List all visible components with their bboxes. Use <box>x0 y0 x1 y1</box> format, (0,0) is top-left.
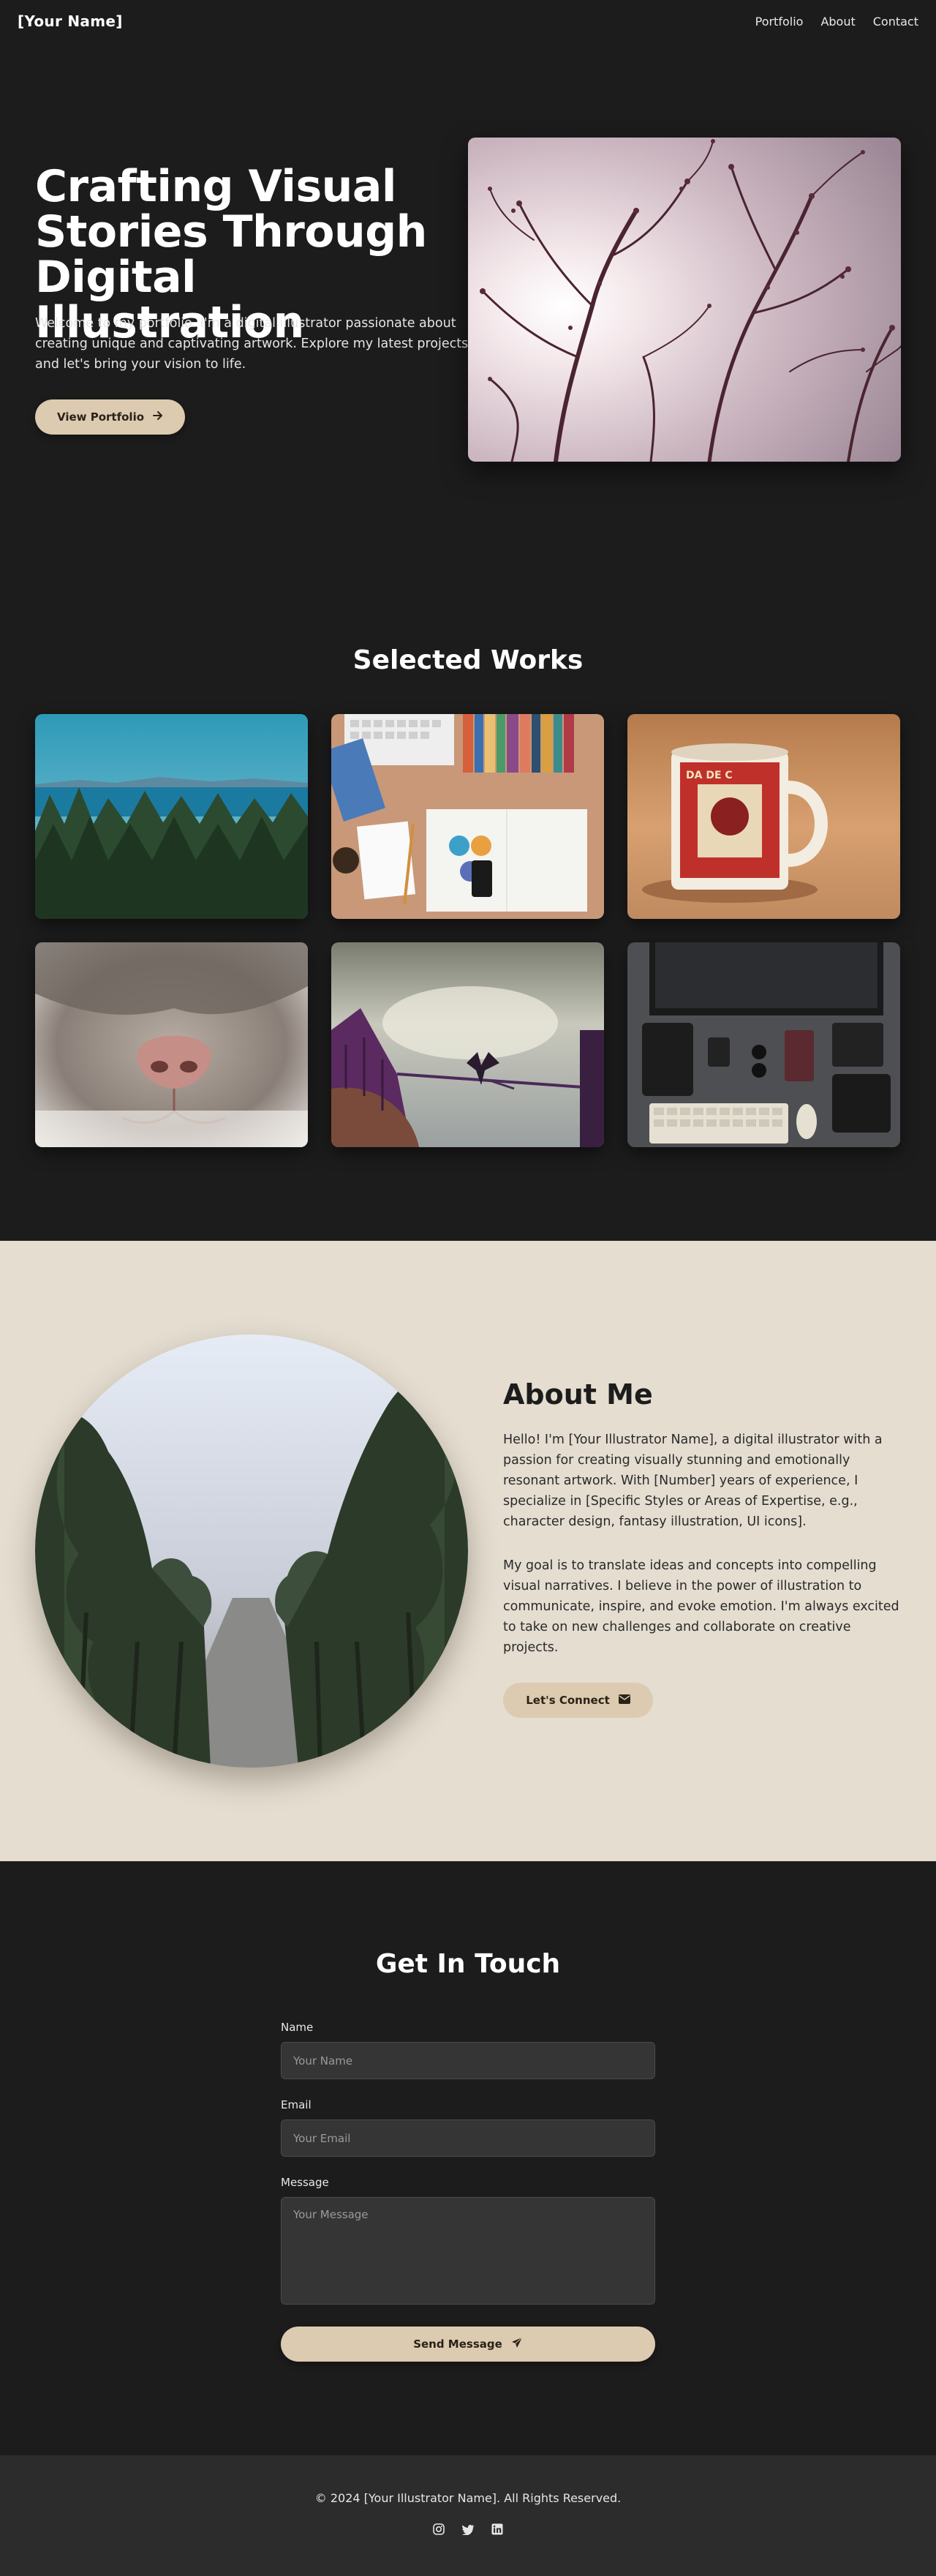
name-label: Name <box>281 2021 314 2034</box>
nav-links: Portfolio About Contact <box>755 15 918 29</box>
send-message-label: Send Message <box>413 2337 502 2351</box>
works-title: Selected Works <box>352 645 584 675</box>
work-coastal-forest[interactable] <box>35 714 308 919</box>
view-portfolio-label: View Portfolio <box>56 410 145 424</box>
about-paragraph-1: Hello! I'm [Your Illustrator Name], a di… <box>503 1432 883 1529</box>
email-field[interactable]: Your Email <box>281 2119 655 2157</box>
view-portfolio-button[interactable]: View Portfolio <box>35 399 185 435</box>
twitter-icon[interactable] <box>460 2521 476 2537</box>
hero-text: Welcome to my portfolio. I'm a digital i… <box>35 316 469 372</box>
top-nav: [Your Name] Portfolio About Contact <box>0 0 936 42</box>
svg-text:DA DE C: DA DE C <box>686 770 733 781</box>
footer <box>0 2455 936 2576</box>
linkedin-icon[interactable] <box>489 2521 505 2537</box>
works-gallery: DA DE C <box>35 714 901 1147</box>
instagram-icon[interactable] <box>431 2521 447 2537</box>
work-cat-nose[interactable] <box>35 942 308 1147</box>
send-message-button[interactable]: Send Message <box>281 2327 655 2362</box>
paper-plane-icon <box>511 2337 523 2351</box>
message-field[interactable]: Your Message <box>281 2197 655 2305</box>
hero-image <box>468 138 901 462</box>
name-field[interactable]: Your Name <box>281 2042 655 2079</box>
envelope-icon <box>618 1694 630 1707</box>
work-vintage-mug[interactable]: DA DE C <box>627 714 900 919</box>
lets-connect-button[interactable]: Let's Connect <box>503 1683 653 1718</box>
social-links <box>0 2521 936 2537</box>
about-paragraph-2: My goal is to translate ideas and concep… <box>503 1558 899 1655</box>
nav-link-about[interactable]: About <box>820 15 855 29</box>
brand-logo[interactable]: [Your Name] <box>18 12 123 30</box>
nav-link-portfolio[interactable]: Portfolio <box>755 15 804 29</box>
arrow-right-icon <box>153 410 163 424</box>
about-title: About Me <box>503 1378 653 1411</box>
email-label: Email <box>281 2098 312 2111</box>
nav-link-contact[interactable]: Contact <box>873 15 918 29</box>
message-label: Message <box>281 2176 329 2189</box>
work-boat-bird[interactable] <box>331 942 604 1147</box>
contact-title: Get In Touch <box>375 1949 561 1979</box>
work-workspace-devices[interactable] <box>627 942 900 1147</box>
about-image <box>35 1334 468 1768</box>
lets-connect-label: Let's Connect <box>526 1694 610 1707</box>
work-desk-flatlay[interactable] <box>331 714 604 919</box>
copyright-text: © 2024 [Your Illustrator Name]. All Righ… <box>314 2491 622 2505</box>
